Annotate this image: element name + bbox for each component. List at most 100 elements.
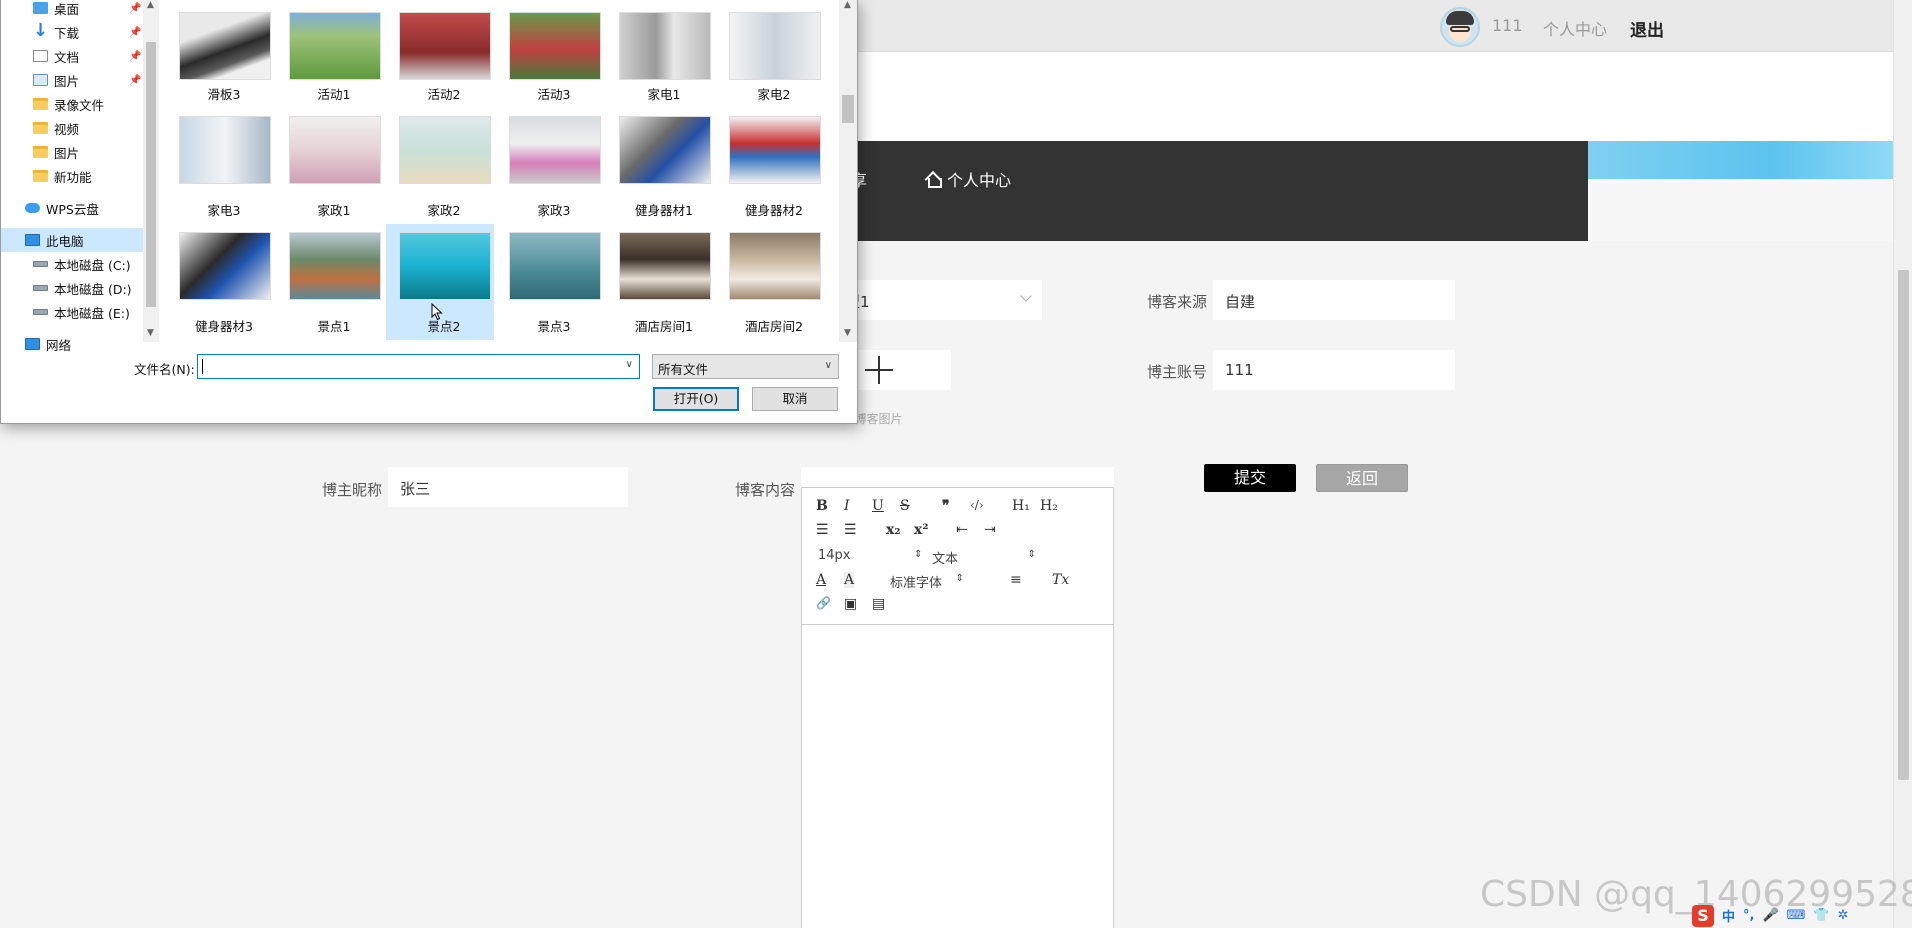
nav-item[interactable]: 文档 📌 xyxy=(1,44,143,68)
image-button[interactable]: ▣ xyxy=(844,596,857,612)
ordered-list-button[interactable]: ☰ xyxy=(816,522,829,538)
italic-button[interactable]: I xyxy=(844,498,850,514)
file-grid-scrollbar[interactable]: ▲ ▼ xyxy=(839,0,857,342)
clear-format-button[interactable]: Tx xyxy=(1052,572,1069,588)
file-type-value: 所有文件 xyxy=(658,362,709,377)
quote-button[interactable]: ❞ xyxy=(942,498,950,514)
code-button[interactable]: ‹/› xyxy=(970,498,984,512)
nav-item[interactable]: 此电脑 xyxy=(1,228,143,252)
nav-item[interactable]: 视频 xyxy=(1,116,143,140)
rich-text-editor[interactable]: B I U S ❞ ‹/› H₁ H₂ ☰ ☰ x₂ x² ⇤ ⇥ 14px ⇕… xyxy=(801,487,1114,928)
nav-item[interactable]: 录像文件 xyxy=(1,92,143,116)
file-item[interactable]: 景点2 xyxy=(386,224,494,340)
cancel-button[interactable]: 取消 xyxy=(752,387,838,411)
outdent-button[interactable]: ⇤ xyxy=(956,522,968,538)
file-name: 景点2 xyxy=(427,319,461,334)
scroll-down-icon[interactable]: ▼ xyxy=(147,328,154,338)
mouse-cursor-icon xyxy=(431,303,443,321)
nav-item[interactable]: 图片 xyxy=(1,140,143,164)
nav-item[interactable]: 下载 📌 xyxy=(1,20,143,44)
file-item[interactable]: 家电2 xyxy=(716,0,824,116)
file-item[interactable]: 健身器材2 xyxy=(716,108,824,224)
file-thumbnail xyxy=(619,116,711,184)
superscript-button[interactable]: x² xyxy=(914,522,928,538)
strike-button[interactable]: S xyxy=(900,498,910,514)
blogger-nickname-input[interactable]: 张三 xyxy=(388,467,628,507)
nav-pane-scrollbar[interactable]: ▲ ▼ xyxy=(143,0,159,342)
file-item[interactable]: 酒店房间1 xyxy=(606,224,714,340)
submit-button[interactable]: 提交 xyxy=(1204,464,1296,492)
chevron-down-icon[interactable]: ∨ xyxy=(626,359,633,370)
nav-item[interactable]: 图片 📌 xyxy=(1,68,143,92)
file-item[interactable]: 景点3 xyxy=(496,224,604,340)
nav-item[interactable]: 本地磁盘 (C:) xyxy=(1,252,143,276)
font-family-select[interactable]: 标准字体 ⇕ xyxy=(890,572,964,591)
nav-item-personal-center[interactable]: 个人中心 xyxy=(925,167,1011,191)
sogou-ime-icon[interactable]: S xyxy=(1692,904,1714,927)
file-item[interactable]: 健身器材1 xyxy=(606,108,714,224)
blogger-account-input[interactable]: 111 xyxy=(1213,350,1455,390)
nav-item[interactable]: 网络 xyxy=(1,332,143,356)
file-thumbnail xyxy=(289,116,381,184)
file-item[interactable]: 活动2 xyxy=(386,0,494,116)
scroll-up-icon[interactable]: ▲ xyxy=(147,0,154,10)
subscript-button[interactable]: x₂ xyxy=(886,522,900,538)
video-button[interactable]: ▤ xyxy=(872,596,885,612)
nav-item-label: 网络 xyxy=(46,337,72,353)
nav-item[interactable]: 桌面 📌 xyxy=(1,0,143,20)
skin-icon[interactable]: 👕 xyxy=(1813,908,1829,923)
file-item[interactable]: 家电3 xyxy=(166,108,274,224)
page-scrollbar[interactable] xyxy=(1893,0,1912,928)
nav-item[interactable]: 本地磁盘 (D:) xyxy=(1,276,143,300)
user-avatar[interactable] xyxy=(1440,7,1480,47)
open-button[interactable]: 打开(O) xyxy=(653,387,739,411)
bullet-list-button[interactable]: ☰ xyxy=(844,522,857,538)
folder-icon xyxy=(33,146,48,158)
picture-icon xyxy=(33,74,48,86)
blog-type-select[interactable]: 型1 xyxy=(833,280,1042,320)
file-name: 活动3 xyxy=(537,87,571,102)
file-type-filter[interactable]: 所有文件 ∨ xyxy=(652,354,839,379)
computer-icon xyxy=(25,234,40,246)
keyboard-icon[interactable]: ⌨ xyxy=(1787,908,1806,923)
h1-button[interactable]: H₁ xyxy=(1012,498,1030,514)
personal-center-link[interactable]: 个人中心 xyxy=(1543,16,1607,40)
bold-button[interactable]: B xyxy=(816,498,828,514)
file-item[interactable]: 家政3 xyxy=(496,108,604,224)
nav-item[interactable]: 新功能 xyxy=(1,164,143,188)
scroll-down-icon[interactable]: ▼ xyxy=(844,328,851,338)
nav-item[interactable]: 本地磁盘 (E:) xyxy=(1,300,143,324)
scroll-up-icon[interactable]: ▲ xyxy=(844,0,851,10)
filename-input[interactable]: ∨ xyxy=(197,354,640,379)
blogger-nickname-label: 博主昵称 xyxy=(322,481,383,499)
punctuation-icon[interactable]: °, xyxy=(1743,908,1754,923)
blog-source-input[interactable]: 自建 xyxy=(1213,280,1455,320)
nav-item[interactable]: WPS云盘 xyxy=(1,196,143,220)
link-button[interactable]: 🔗 xyxy=(816,596,831,610)
file-item[interactable]: 景点1 xyxy=(276,224,384,340)
h2-button[interactable]: H₂ xyxy=(1040,498,1058,514)
background-color-button[interactable]: A xyxy=(844,572,855,588)
toolbox-icon[interactable]: ✲ xyxy=(1838,908,1849,923)
block-format-value: 文本 xyxy=(932,552,959,567)
file-item[interactable]: 滑板3 xyxy=(166,0,274,116)
file-item[interactable]: 活动1 xyxy=(276,0,384,116)
block-format-select[interactable]: 文本 ⇕ xyxy=(932,548,1036,567)
file-item[interactable]: 家政2 xyxy=(386,108,494,224)
back-button[interactable]: 返回 xyxy=(1316,464,1408,492)
file-item[interactable]: 家政1 xyxy=(276,108,384,224)
align-button[interactable]: ≡ xyxy=(1010,572,1022,588)
logout-link[interactable]: 退出 xyxy=(1630,16,1664,41)
font-size-select[interactable]: 14px ⇕ xyxy=(818,548,923,563)
file-item[interactable]: 家电1 xyxy=(606,0,714,116)
ime-mode[interactable]: 中 xyxy=(1722,906,1735,925)
font-color-button[interactable]: A xyxy=(816,572,826,588)
indent-button[interactable]: ⇥ xyxy=(984,522,996,538)
file-thumbnail xyxy=(509,116,601,184)
file-item[interactable]: 活动3 xyxy=(496,0,604,116)
underline-button[interactable]: U xyxy=(872,498,884,514)
file-item[interactable]: 酒店房间2 xyxy=(716,224,824,340)
microphone-icon[interactable]: 🎤 xyxy=(1762,908,1778,923)
file-item[interactable]: 健身器材3 xyxy=(166,224,274,340)
font-size-value: 14px xyxy=(818,548,851,563)
